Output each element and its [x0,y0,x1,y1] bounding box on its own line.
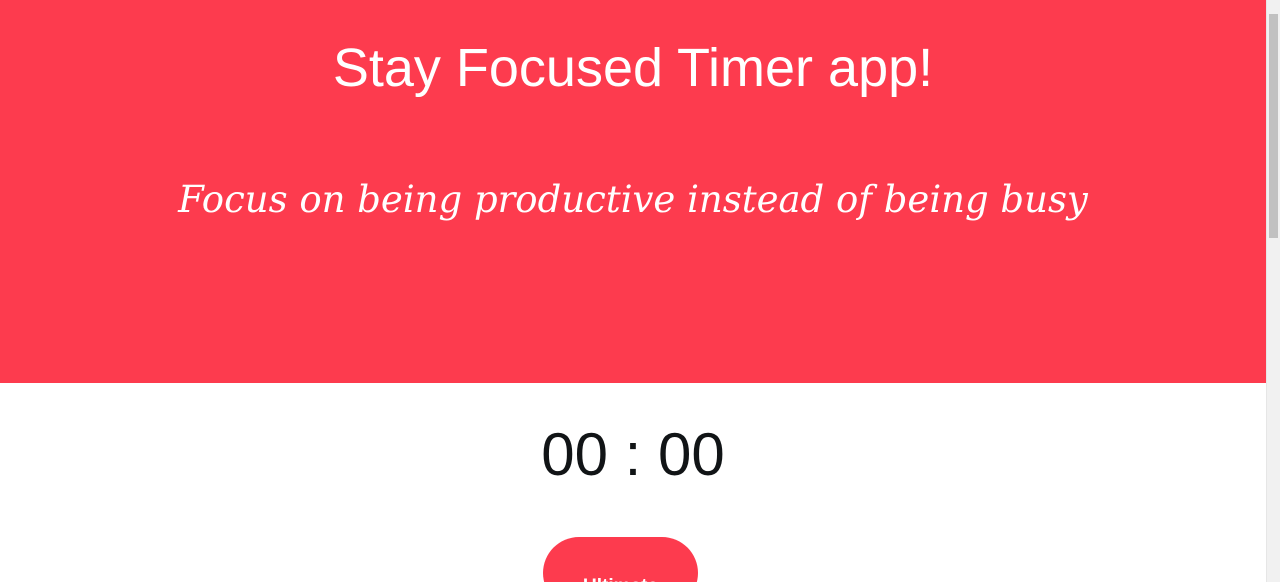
vertical-scrollbar[interactable] [1266,0,1280,582]
page-title: Stay Focused Timer app! [332,38,934,98]
page: Stay Focused Timer app! Focus on being p… [0,0,1280,582]
tagline: Focus on being productive instead of bei… [178,178,1088,221]
ultimate-button[interactable]: Ultimate [543,537,698,582]
timer-display: 00 : 00 [541,421,725,488]
hero-banner: Stay Focused Timer app! Focus on being p… [0,0,1266,383]
scrollbar-thumb[interactable] [1269,14,1278,238]
